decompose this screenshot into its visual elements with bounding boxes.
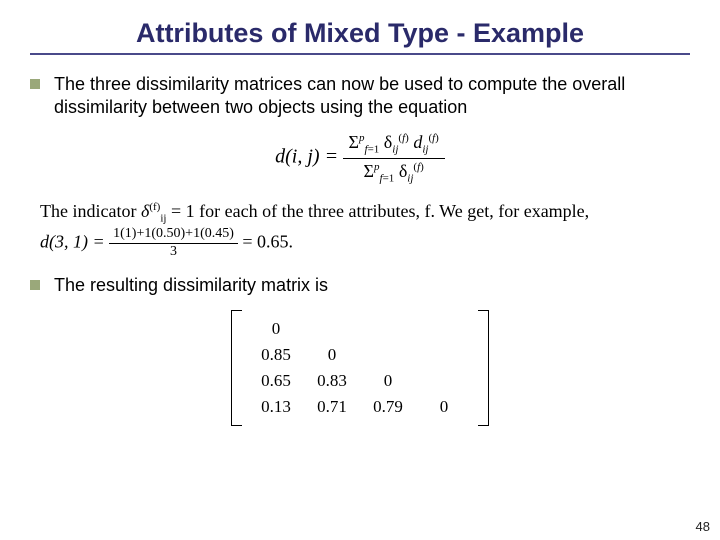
square-bullet-icon bbox=[30, 280, 40, 290]
matrix-cell: 0.85 bbox=[248, 342, 304, 368]
d31-num: 1(1)+1(0.50)+1(0.45) bbox=[109, 227, 238, 244]
matrix-cell bbox=[416, 368, 472, 394]
matrix-cell bbox=[360, 316, 416, 342]
matrix-brackets: 0 0.85 0 0.65 0.83 0 bbox=[231, 310, 489, 426]
matrix-cell bbox=[360, 342, 416, 368]
indicator-sup: (f) bbox=[149, 201, 160, 213]
formula-lhs: d(i, j) = bbox=[275, 145, 338, 167]
matrix-cell: 0.65 bbox=[248, 368, 304, 394]
main-formula: d(i, j) = Σpf=1 δij(f) dij(f) Σpf=1 δij(… bbox=[30, 132, 690, 184]
slide: Attributes of Mixed Type - Example The t… bbox=[0, 0, 720, 540]
matrix-cell: 0 bbox=[416, 394, 472, 420]
matrix-row: 0.85 0 bbox=[248, 342, 472, 368]
bullet-2: The resulting dissimilarity matrix is bbox=[30, 274, 690, 297]
indicator-post: = 1 for each of the three attributes, f.… bbox=[166, 201, 589, 221]
right-bracket-icon bbox=[478, 310, 489, 426]
slide-title: Attributes of Mixed Type - Example bbox=[30, 18, 690, 49]
matrix-cell: 0.79 bbox=[360, 394, 416, 420]
matrix-cell bbox=[416, 342, 472, 368]
page-number: 48 bbox=[696, 519, 710, 534]
d31-den: 3 bbox=[109, 244, 238, 260]
matrix-cell: 0 bbox=[360, 368, 416, 394]
matrix-cell: 0.13 bbox=[248, 394, 304, 420]
matrix-cell bbox=[416, 316, 472, 342]
matrix-cell: 0.71 bbox=[304, 394, 360, 420]
matrix-table: 0 0.85 0 0.65 0.83 0 bbox=[248, 316, 472, 420]
formula-fraction: Σpf=1 δij(f) dij(f) Σpf=1 δij(f) bbox=[343, 132, 445, 184]
indicator-pre: The indicator bbox=[40, 201, 141, 221]
d31-lhs: d(3, 1) = bbox=[40, 232, 109, 252]
indicator-paragraph: The indicator δ(f)ij = 1 for each of the… bbox=[40, 198, 690, 259]
bullet-1-text: The three dissimilarity matrices can now… bbox=[54, 73, 690, 118]
formula-denominator: Σpf=1 δij(f) bbox=[343, 159, 445, 185]
dissimilarity-matrix: 0 0.85 0 0.65 0.83 0 bbox=[30, 310, 690, 431]
matrix-cell: 0 bbox=[304, 342, 360, 368]
matrix-row: 0.65 0.83 0 bbox=[248, 368, 472, 394]
matrix-cell bbox=[304, 316, 360, 342]
d31-rhs: = 0.65. bbox=[242, 232, 293, 252]
matrix-row: 0 bbox=[248, 316, 472, 342]
matrix-cell: 0 bbox=[248, 316, 304, 342]
matrix-row: 0.13 0.71 0.79 0 bbox=[248, 394, 472, 420]
bullet-1: The three dissimilarity matrices can now… bbox=[30, 73, 690, 118]
left-bracket-icon bbox=[231, 310, 242, 426]
formula-numerator: Σpf=1 δij(f) dij(f) bbox=[343, 132, 445, 159]
matrix-cell: 0.83 bbox=[304, 368, 360, 394]
bullet-2-text: The resulting dissimilarity matrix is bbox=[54, 274, 328, 297]
d31-fraction: 1(1)+1(0.50)+1(0.45) 3 bbox=[109, 227, 238, 259]
square-bullet-icon bbox=[30, 79, 40, 89]
title-underline bbox=[30, 53, 690, 55]
